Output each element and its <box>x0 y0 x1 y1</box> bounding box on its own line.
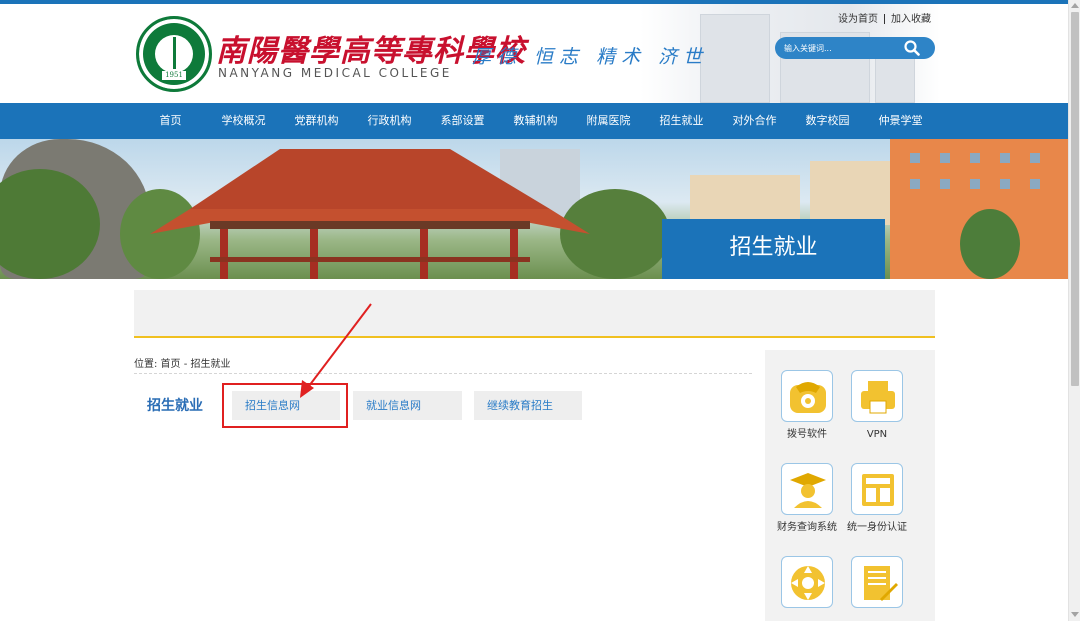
page-root: 1951 南陽醫學高等專科學校 NANYANG MEDICAL COLLEGE … <box>0 0 1080 621</box>
tool-label: VPN <box>866 429 888 440</box>
subnav-continuing-education[interactable]: 继续教育招生 <box>474 391 582 420</box>
section-header-strip <box>134 290 935 338</box>
nav-item-admin[interactable]: 行政机构 <box>353 103 426 139</box>
header-top-links: 设为首页 加入收藏 <box>838 10 931 25</box>
search-icon[interactable] <box>903 40 921 56</box>
breadcrumb[interactable]: 位置: 首页 - 招生就业 <box>134 355 231 370</box>
scroll-down-icon[interactable] <box>1071 612 1079 617</box>
link-divider <box>884 14 885 24</box>
nav-item-support[interactable]: 教辅机构 <box>499 103 572 139</box>
nav-item-about[interactable]: 学校概况 <box>207 103 280 139</box>
page-scrollbar[interactable] <box>1068 0 1080 621</box>
printer-icon <box>861 381 895 414</box>
nav-item-departments[interactable]: 系部设置 <box>426 103 499 139</box>
nav-item-zhongjing[interactable]: 仲景学堂 <box>864 103 937 139</box>
banner-section-label: 招生就业 <box>662 219 885 279</box>
document-icon <box>864 566 898 601</box>
nav-item-admissions[interactable]: 招生就业 <box>645 103 718 139</box>
red-arrow-annotation <box>300 303 372 398</box>
add-bookmark-link[interactable]: 加入收藏 <box>891 14 931 25</box>
seal-year: 1951 <box>162 71 186 80</box>
pavilion-graphic <box>150 149 590 279</box>
id-card-icon <box>862 474 894 506</box>
page-banner: 招生就业 <box>0 139 1068 279</box>
nav-item-hospital[interactable]: 附属医院 <box>572 103 645 139</box>
globe-icon <box>791 566 825 600</box>
search-input[interactable] <box>784 40 899 56</box>
school-seal-logo[interactable]: 1951 <box>136 16 212 92</box>
telephone-icon <box>790 382 826 413</box>
scrollbar-thumb[interactable] <box>1071 12 1079 386</box>
nav-item-home[interactable]: 首页 <box>134 103 207 139</box>
nav-item-cooperation[interactable]: 对外合作 <box>718 103 791 139</box>
school-name-en: NANYANG MEDICAL COLLEGE <box>218 66 452 80</box>
scroll-up-icon[interactable] <box>1071 3 1079 8</box>
site-header: 1951 南陽醫學高等專科學校 NANYANG MEDICAL COLLEGE … <box>0 4 1068 103</box>
nav-item-digital-campus[interactable]: 数字校园 <box>791 103 864 139</box>
nav-item-party[interactable]: 党群机构 <box>280 103 353 139</box>
set-home-link[interactable]: 设为首页 <box>838 14 878 25</box>
breadcrumb-divider <box>134 373 752 374</box>
school-motto: 厚德 恒志 精术 济世 <box>472 46 709 68</box>
tool-label: 拨号软件 <box>787 429 827 440</box>
graduate-icon <box>790 473 826 508</box>
section-title: 招生就业 <box>147 398 203 414</box>
tool-label: 财务查询系统 <box>777 522 837 533</box>
quick-links-sidebar: 拨号软件 VPN 财务查询系统 统一身份认证 <box>765 350 935 621</box>
tool-label: 统一身份认证 <box>847 522 907 533</box>
main-nav: 首页 学校概况 党群机构 行政机构 系部设置 教辅机构 附属医院 招生就业 对外… <box>0 103 1068 139</box>
search-box <box>775 37 935 59</box>
